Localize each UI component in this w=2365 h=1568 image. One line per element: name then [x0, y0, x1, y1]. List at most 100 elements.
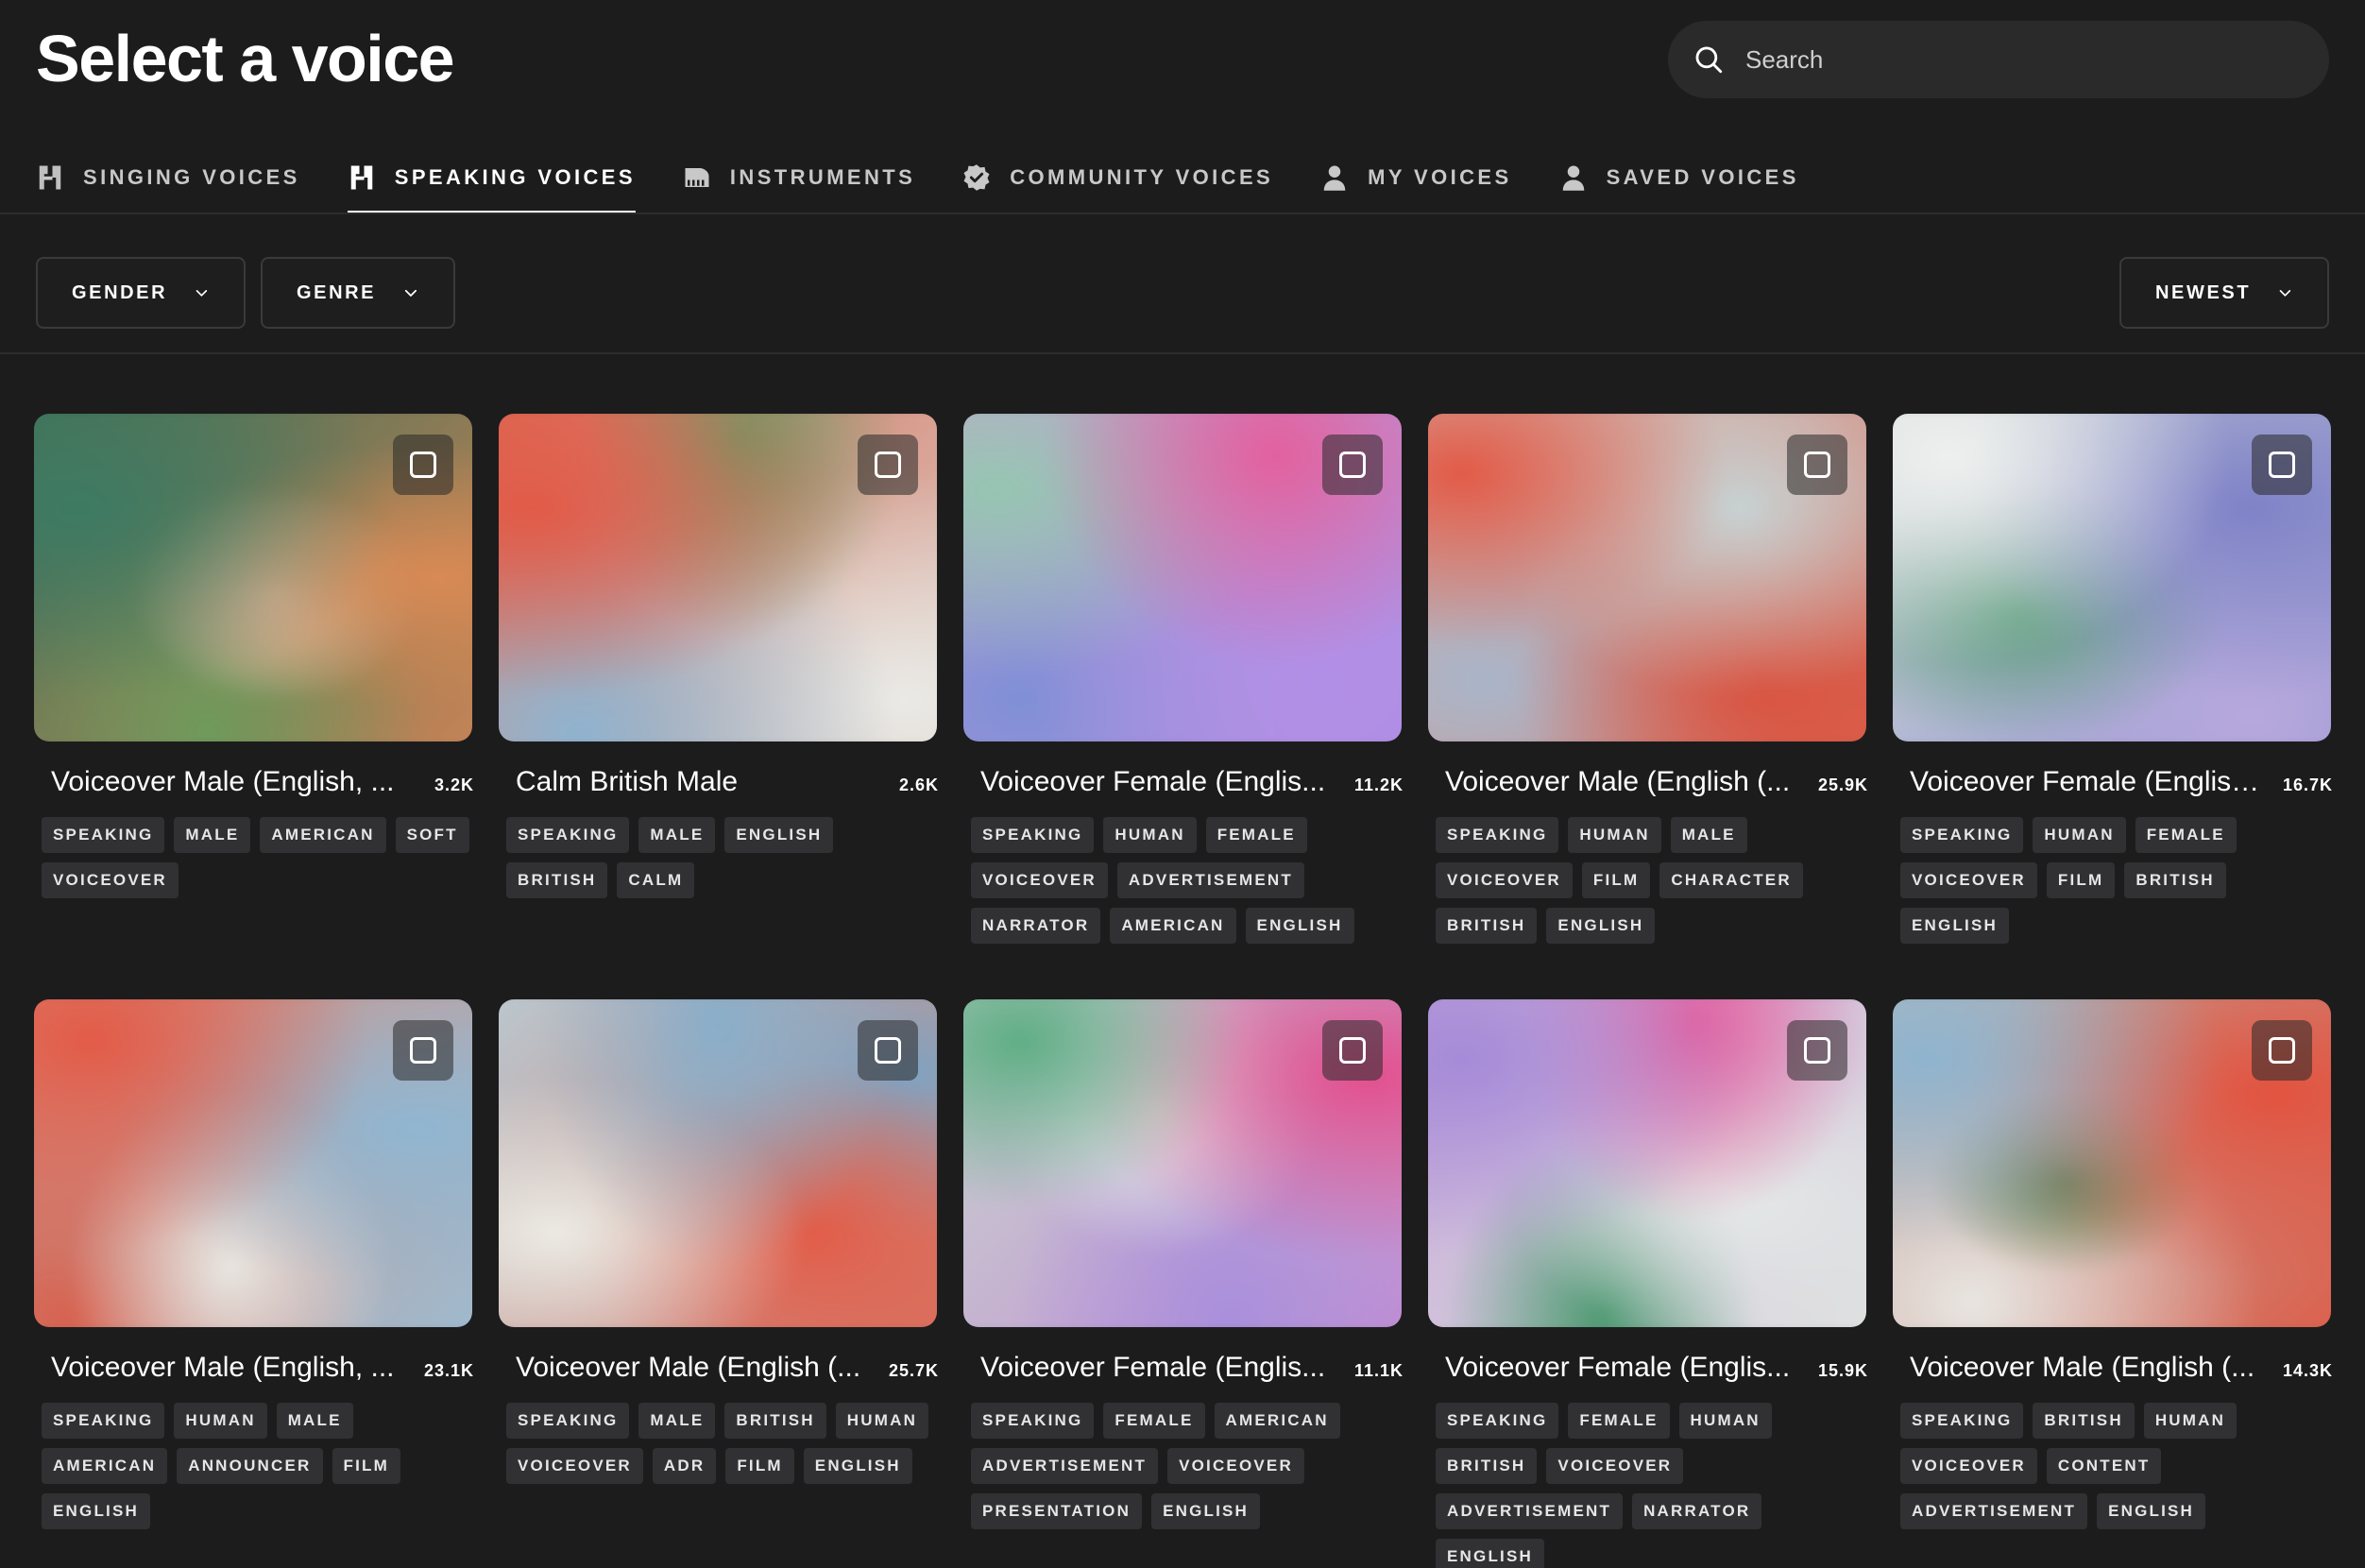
- voice-title[interactable]: Voiceover Male (English, ...: [51, 1352, 395, 1384]
- voice-tag: MALE: [276, 1403, 353, 1439]
- voice-thumbnail[interactable]: [1428, 414, 1866, 741]
- voice-tag: PRESENTATION: [971, 1493, 1143, 1529]
- voice-thumbnail[interactable]: [1893, 414, 2331, 741]
- voice-thumbnail[interactable]: [499, 999, 937, 1327]
- voice-grid: Voiceover Male (English, ... 3.2K SPEAKING…: [0, 0, 2365, 1568]
- checkbox-icon: [1804, 452, 1830, 478]
- voice-tags: SPEAKING HUMAN MALE AMERICAN ANNOUNCER FILM EN…: [34, 1403, 484, 1539]
- select-checkbox[interactable]: [1787, 1020, 1847, 1081]
- voice-title[interactable]: Voiceover Male (English (...: [1910, 1352, 2254, 1384]
- voice-tag: VOICEOVER: [1900, 862, 2037, 898]
- voice-tag: VOICEOVER: [1900, 1448, 2037, 1484]
- select-checkbox[interactable]: [1322, 1020, 1383, 1081]
- voice-card[interactable]: Calm British Male 2.6K SPEAKING MALE ENGLISH…: [499, 414, 938, 908]
- voice-tag: MALE: [638, 817, 716, 853]
- voice-title[interactable]: Voiceover Female (Englis...: [980, 1352, 1325, 1384]
- voice-tag: HUMAN: [1103, 817, 1197, 853]
- voice-tag: SPEAKING: [506, 1403, 630, 1439]
- voice-tag: SPEAKING: [1900, 1403, 2024, 1439]
- voice-tag: FILM: [725, 1448, 794, 1484]
- voice-card-header: Voiceover Female (English... 16.7K: [1893, 766, 2342, 798]
- voice-tag: ENGLISH: [1900, 908, 2009, 944]
- voice-tags: SPEAKING MALE BRITISH HUMAN VOICEOVER ADR FILM…: [499, 1403, 948, 1493]
- select-checkbox[interactable]: [393, 435, 453, 495]
- voice-title[interactable]: Voiceover Male (English (...: [516, 1352, 860, 1384]
- voice-tag: HUMAN: [2033, 817, 2126, 853]
- select-checkbox[interactable]: [858, 1020, 918, 1081]
- voice-tag: HUMAN: [1568, 817, 1661, 853]
- checkbox-icon: [410, 452, 436, 478]
- voice-card-header: Voiceover Male (English, ... 23.1K: [34, 1352, 484, 1384]
- voice-tag: ENGLISH: [724, 817, 834, 853]
- voice-card[interactable]: Voiceover Male (English, ... 3.2K SPEAKING…: [34, 414, 473, 908]
- voice-tag: VOICEOVER: [1167, 1448, 1304, 1484]
- voice-tags: SPEAKING FEMALE AMERICAN ADVERTISEMENT VOICE…: [963, 1403, 1413, 1539]
- voice-usage-count: 25.7K: [888, 1361, 939, 1380]
- voice-card[interactable]: Voiceover Female (Englis... 15.9K SPEAKING…: [1428, 999, 1868, 1568]
- voice-tag: SPEAKING: [1436, 1403, 1559, 1439]
- voice-thumbnail[interactable]: [1893, 999, 2331, 1327]
- voice-tag: MALE: [1670, 817, 1747, 853]
- select-checkbox[interactable]: [393, 1020, 453, 1081]
- voice-thumbnail[interactable]: [963, 999, 1402, 1327]
- voice-thumbnail[interactable]: [963, 414, 1402, 741]
- voice-tag: ADVERTISEMENT: [1116, 862, 1304, 898]
- voice-card-header: Voiceover Female (Englis... 11.1K: [963, 1352, 1413, 1384]
- voice-tags: SPEAKING FEMALE HUMAN BRITISH VOICEOVER ADVER…: [1428, 1403, 1878, 1568]
- checkbox-icon: [1339, 452, 1366, 478]
- voice-card[interactable]: Voiceover Female (Englis... 11.1K SPEAKING…: [963, 999, 1403, 1539]
- voice-tag: ADVERTISEMENT: [1900, 1493, 2088, 1529]
- voice-tag: NARRATOR: [971, 908, 1101, 944]
- checkbox-icon: [2269, 452, 2295, 478]
- voice-thumbnail[interactable]: [34, 414, 472, 741]
- voice-card[interactable]: Voiceover Male (English (... 14.3K SPEAKIN…: [1893, 999, 2332, 1539]
- voice-thumbnail[interactable]: [499, 414, 937, 741]
- voice-tag: FEMALE: [1205, 817, 1307, 853]
- voice-tag: HUMAN: [835, 1403, 929, 1439]
- checkbox-icon: [1339, 1037, 1366, 1064]
- voice-tags: SPEAKING BRITISH HUMAN VOICEOVER CONTENT ADVE…: [1893, 1403, 2342, 1539]
- select-checkbox[interactable]: [2252, 1020, 2312, 1081]
- voice-tag: ENGLISH: [2097, 1493, 2206, 1529]
- voice-tag: MALE: [638, 1403, 716, 1439]
- checkbox-icon: [2269, 1037, 2295, 1064]
- voice-card[interactable]: Voiceover Male (English (... 25.9K SPEAKIN…: [1428, 414, 1867, 953]
- select-checkbox[interactable]: [1787, 435, 1847, 495]
- voice-tag: CHARACTER: [1659, 862, 1803, 898]
- voice-tag: FEMALE: [2135, 817, 2237, 853]
- voice-title[interactable]: Calm British Male: [516, 766, 738, 798]
- voice-usage-count: 11.2K: [1353, 775, 1404, 794]
- voice-tag: SPEAKING: [42, 817, 165, 853]
- voice-tag: VOICEOVER: [506, 1448, 643, 1484]
- voice-tag: CONTENT: [2046, 1448, 2162, 1484]
- voice-thumbnail[interactable]: [34, 999, 472, 1327]
- voice-title[interactable]: Voiceover Male (English, ...: [51, 766, 395, 798]
- voice-tag: VOICEOVER: [1546, 1448, 1684, 1484]
- voice-tag: VOICEOVER: [1436, 862, 1573, 898]
- voice-thumbnail[interactable]: [1428, 999, 1866, 1327]
- voice-card[interactable]: Voiceover Male (English (... 25.7K SPEAKIN…: [499, 999, 939, 1493]
- select-checkbox[interactable]: [858, 435, 918, 495]
- select-checkbox[interactable]: [1322, 435, 1383, 495]
- voice-title[interactable]: Voiceover Female (English...: [1910, 766, 2269, 798]
- select-checkbox[interactable]: [2252, 435, 2312, 495]
- voice-tag: HUMAN: [174, 1403, 267, 1439]
- voice-tag: SPEAKING: [971, 1403, 1095, 1439]
- voice-tag: ADVERTISEMENT: [1436, 1493, 1624, 1529]
- voice-tag: FILM: [1581, 862, 1651, 898]
- voice-card[interactable]: Voiceover Female (Englis... 11.2K SPEAKING…: [963, 414, 1403, 953]
- voice-title[interactable]: Voiceover Female (Englis...: [980, 766, 1325, 798]
- voice-title[interactable]: Voiceover Male (English (...: [1445, 766, 1790, 798]
- voice-tag: ANNOUNCER: [177, 1448, 323, 1484]
- voice-card-header: Voiceover Female (Englis... 11.2K: [963, 766, 1413, 798]
- checkbox-icon: [410, 1037, 436, 1064]
- voice-card-header: Calm British Male 2.6K: [499, 766, 948, 798]
- voice-usage-count: 15.9K: [1817, 1361, 1868, 1380]
- checkbox-icon: [875, 1037, 901, 1064]
- voice-card[interactable]: Voiceover Male (English, ... 23.1K SPEAKIN…: [34, 999, 473, 1539]
- voice-tag: HUMAN: [2143, 1403, 2237, 1439]
- voice-tags: SPEAKING HUMAN MALE VOICEOVER FILM CHARACTER B…: [1428, 817, 1878, 953]
- voice-tags: SPEAKING MALE ENGLISH BRITISH CALM: [499, 817, 948, 908]
- voice-card[interactable]: Voiceover Female (English... 16.7K SPEAKIN…: [1893, 414, 2332, 953]
- voice-title[interactable]: Voiceover Female (Englis...: [1445, 1352, 1790, 1384]
